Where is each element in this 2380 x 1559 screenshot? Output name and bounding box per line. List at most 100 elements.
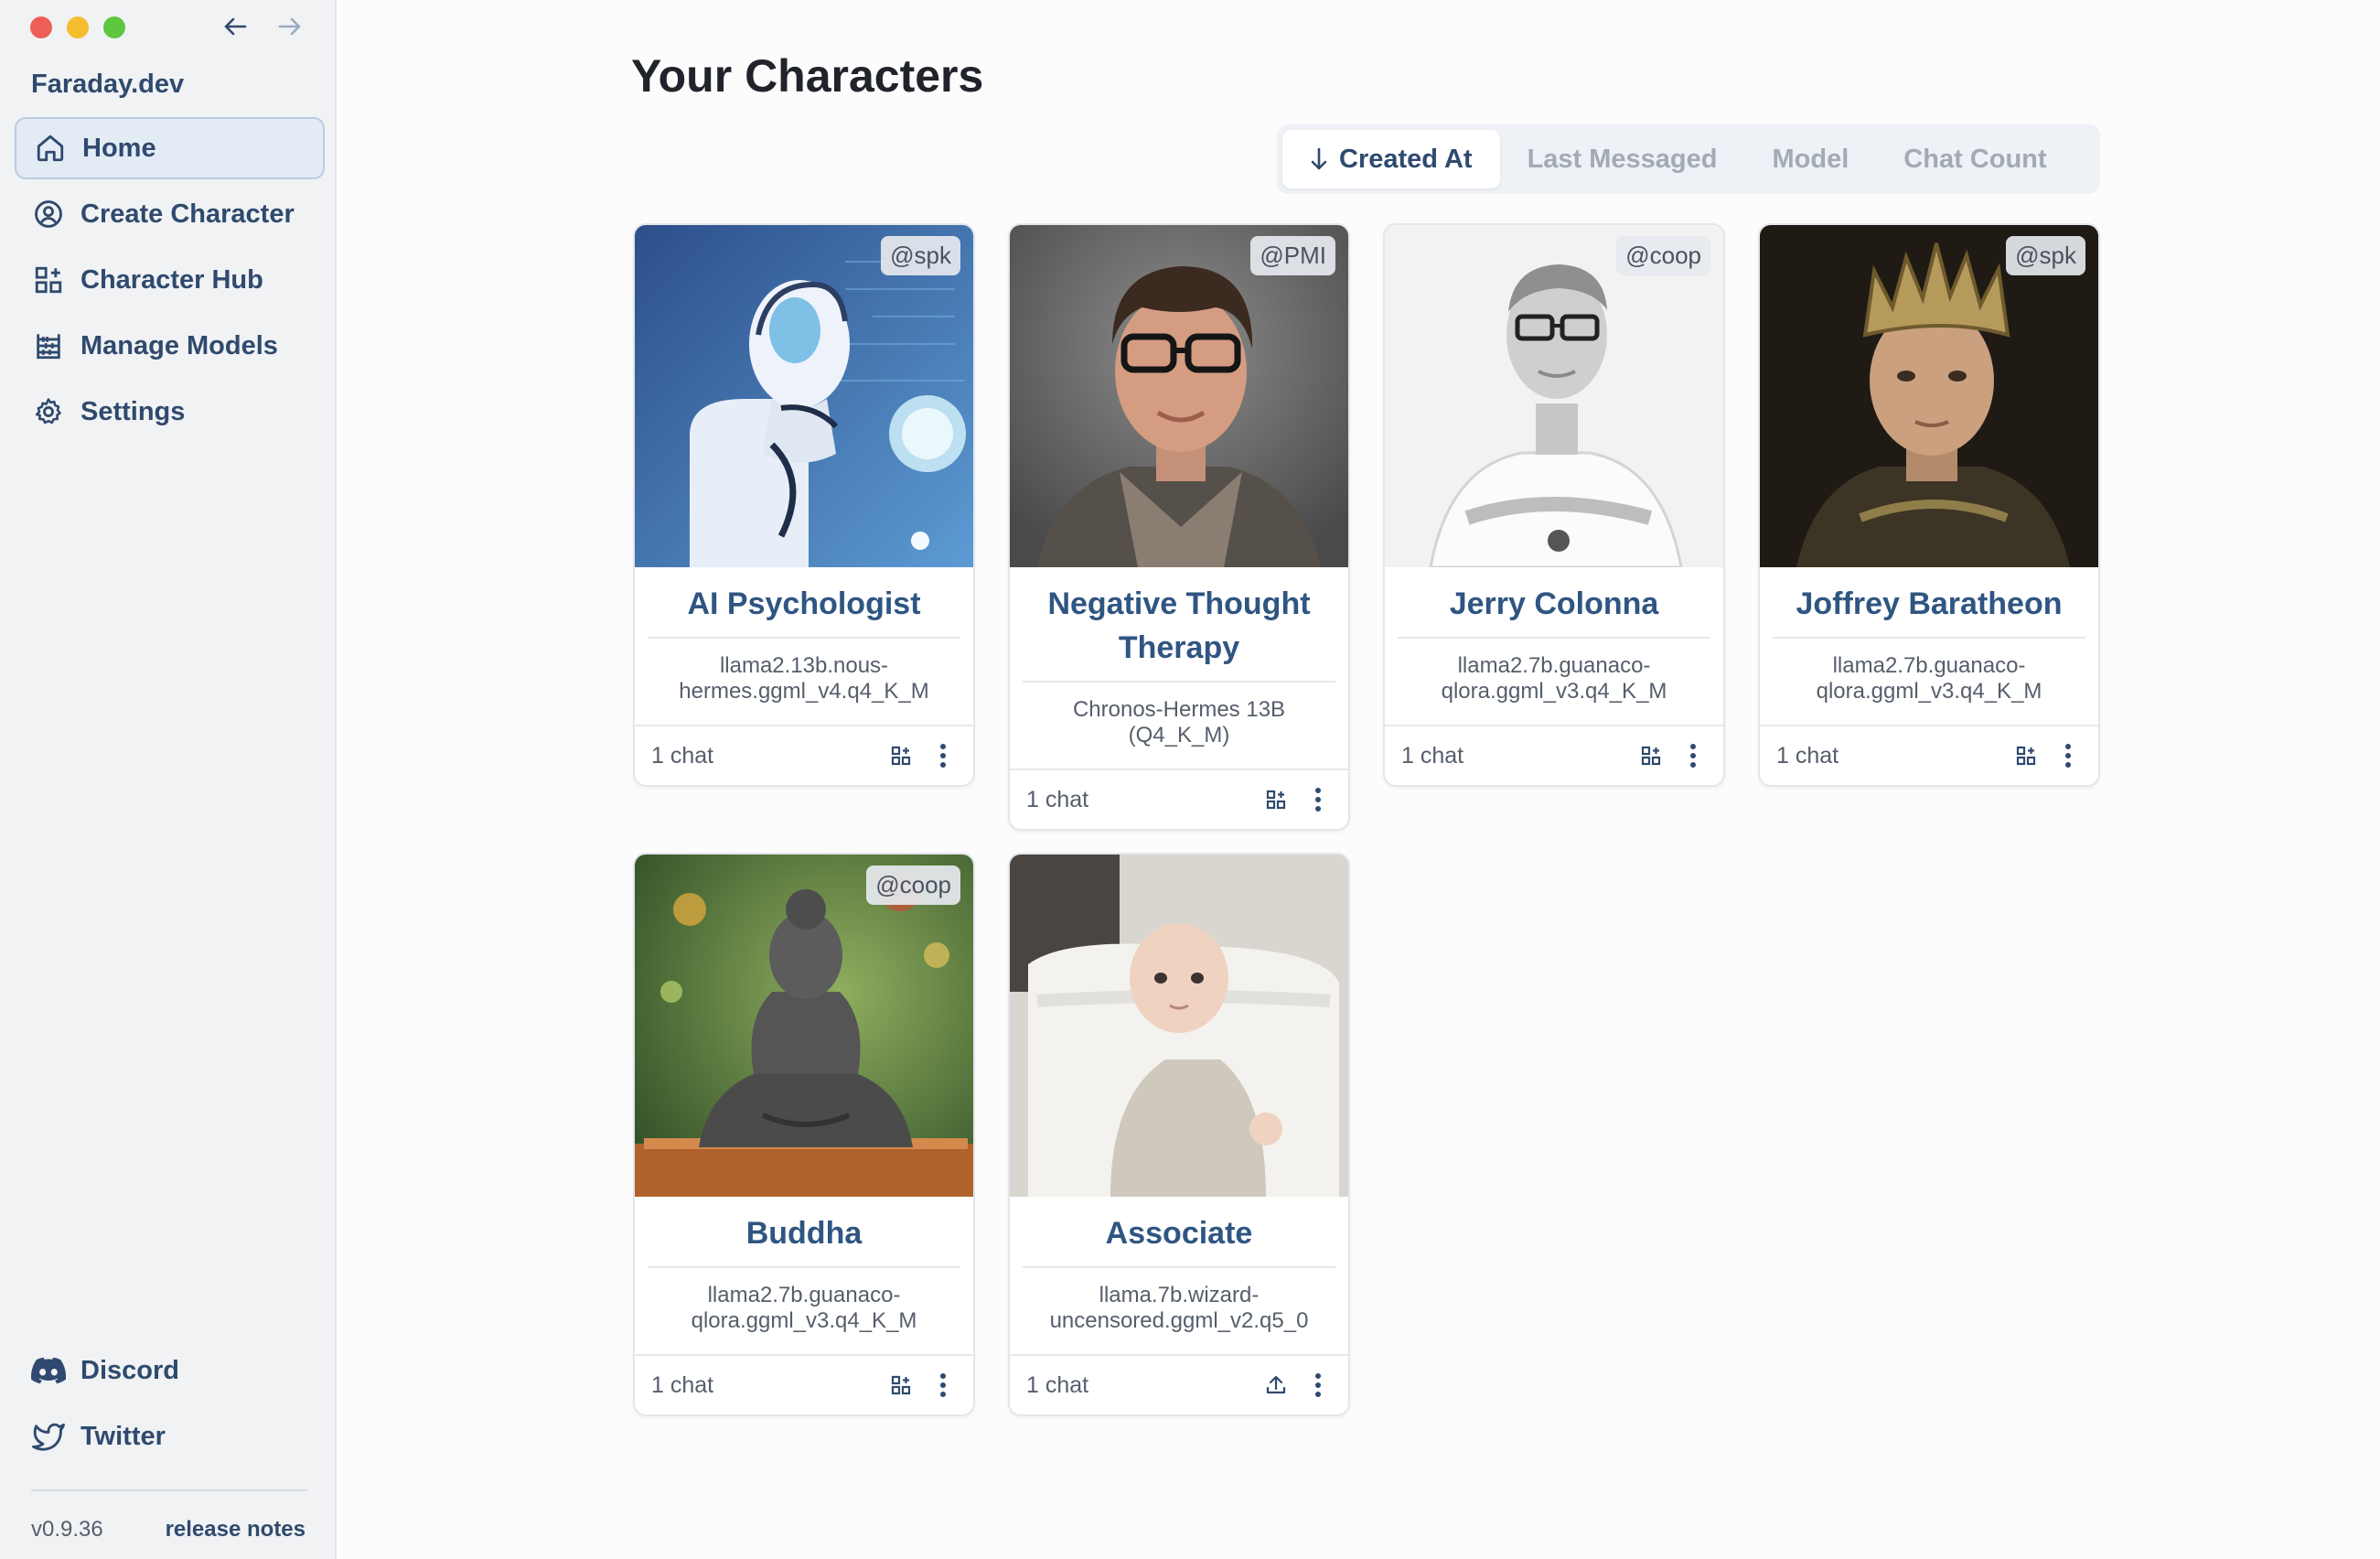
twitter-icon	[31, 1419, 66, 1454]
back-button[interactable]	[221, 13, 249, 40]
card-footer: 1 chat	[635, 1356, 973, 1414]
sort-label: Last Messaged	[1527, 144, 1718, 174]
card-footer: 1 chat	[1010, 770, 1348, 829]
sort-label: Created At	[1339, 144, 1473, 174]
more-options-icon[interactable]	[1304, 786, 1332, 813]
close-window-button[interactable]	[30, 16, 52, 38]
creator-tag: @spk	[2006, 236, 2085, 275]
sidebar-bottom-links: Discord Twitter	[15, 1339, 325, 1471]
grid-plus-icon[interactable]	[1262, 786, 1290, 813]
maximize-window-button[interactable]	[103, 16, 125, 38]
sidebar-item-create-character[interactable]: Create Character	[15, 183, 325, 245]
minimize-window-button[interactable]	[67, 16, 89, 38]
character-avatar: @coop	[635, 855, 973, 1197]
character-name: Buddha	[648, 1197, 960, 1268]
more-options-icon[interactable]	[929, 1371, 957, 1399]
chat-count: 1 chat	[1026, 786, 1089, 812]
forward-button[interactable]	[276, 13, 304, 40]
sidebar-item-character-hub[interactable]: Character Hub	[15, 249, 325, 311]
sidebar-item-label: Character Hub	[80, 264, 263, 295]
character-name: Negative Thought Therapy	[1023, 567, 1335, 683]
more-options-icon[interactable]	[1679, 742, 1707, 769]
character-card[interactable]: @spk AI Psychologist llama2.13b.nous-her…	[633, 223, 975, 787]
character-model: llama2.7b.guanaco-qlora.ggml_v3.q4_K_M	[635, 1268, 973, 1356]
abacus-icon	[31, 328, 66, 363]
sidebar-item-label: Manage Models	[80, 330, 278, 360]
sort-label: Model	[1772, 144, 1849, 174]
gear-icon	[31, 394, 66, 429]
grid-plus-icon[interactable]	[887, 742, 915, 769]
creator-tag: @coop	[1616, 236, 1710, 275]
arrow-left-icon	[224, 17, 247, 36]
character-name: Jerry Colonna	[1398, 567, 1710, 639]
character-card[interactable]: @coop Buddha llama2.7b.guanaco-qlora.ggm…	[633, 853, 975, 1416]
character-model: llama2.7b.guanaco-qlora.ggml_v3.q4_K_M	[1760, 639, 2098, 726]
character-avatar	[1010, 855, 1348, 1197]
more-options-icon[interactable]	[2054, 742, 2082, 769]
sidebar-item-manage-models[interactable]: Manage Models	[15, 315, 325, 377]
more-options-icon[interactable]	[929, 742, 957, 769]
sidebar-divider	[31, 1489, 307, 1491]
character-avatar: @PMI	[1010, 225, 1348, 567]
creator-tag: @coop	[866, 866, 960, 905]
sidebar-item-home[interactable]: Home	[15, 117, 325, 179]
character-model: Chronos-Hermes 13B (Q4_K_M)	[1010, 683, 1348, 770]
character-card[interactable]: Associate llama.7b.wizard-uncensored.ggm…	[1008, 853, 1350, 1416]
character-model: llama2.13b.nous-hermes.ggml_v4.q4_K_M	[635, 639, 973, 726]
sidebar-item-twitter[interactable]: Twitter	[15, 1405, 325, 1468]
sidebar-item-label: Settings	[80, 396, 186, 426]
user-circle-icon	[31, 197, 66, 231]
character-avatar: @spk	[1760, 225, 2098, 567]
character-avatar: @spk	[635, 225, 973, 567]
sidebar-item-label: Discord	[80, 1355, 179, 1385]
release-notes-link[interactable]: release notes	[166, 1517, 306, 1543]
character-model: llama.7b.wizard-uncensored.ggml_v2.q5_0	[1010, 1268, 1348, 1356]
arrow-down-icon	[1310, 147, 1328, 171]
sidebar-item-settings[interactable]: Settings	[15, 381, 325, 443]
chat-count: 1 chat	[651, 742, 714, 769]
character-avatar: @coop	[1385, 225, 1723, 567]
window-controls	[30, 16, 125, 38]
sidebar-nav: Home Create Character Character Hub Mana…	[15, 117, 325, 446]
sort-chat-count[interactable]: Chat Count	[1876, 130, 2074, 188]
arrow-right-icon	[278, 17, 301, 36]
grid-plus-icon[interactable]	[1637, 742, 1665, 769]
character-card[interactable]: @spk Joffrey Baratheon llama2.7b.guanaco…	[1758, 223, 2100, 787]
app-version: v0.9.36	[31, 1517, 103, 1542]
card-footer: 1 chat	[1010, 1356, 1348, 1414]
grid-plus-icon[interactable]	[2012, 742, 2040, 769]
sort-created-at[interactable]: Created At	[1282, 130, 1500, 188]
discord-icon	[31, 1353, 66, 1388]
sort-tabs: Created At Last Messaged Model Chat Coun…	[1277, 124, 2100, 194]
character-name: Joffrey Baratheon	[1773, 567, 2085, 639]
sort-label: Chat Count	[1903, 144, 2047, 174]
home-icon	[33, 131, 68, 166]
sidebar-item-label: Twitter	[80, 1421, 166, 1451]
page-title: Your Characters	[631, 50, 984, 102]
grid-plus-icon	[31, 263, 66, 297]
character-name: Associate	[1023, 1197, 1335, 1268]
more-options-icon[interactable]	[1304, 1371, 1332, 1399]
card-footer: 1 chat	[1760, 726, 2098, 785]
upload-icon[interactable]	[1262, 1371, 1290, 1399]
grid-plus-icon[interactable]	[887, 1371, 915, 1399]
sidebar-item-label: Home	[82, 133, 156, 163]
character-card[interactable]: @coop Jerry Colonna llama2.7b.guanaco-ql…	[1383, 223, 1725, 787]
chat-count: 1 chat	[1776, 742, 1839, 769]
brand-name: Faraday.dev	[31, 70, 185, 99]
card-footer: 1 chat	[635, 726, 973, 785]
character-name: AI Psychologist	[648, 567, 960, 639]
sidebar-item-label: Create Character	[80, 199, 295, 229]
creator-tag: @PMI	[1250, 236, 1335, 275]
chat-count: 1 chat	[1026, 1371, 1089, 1398]
character-card[interactable]: @PMI Negative Thought Therapy Chronos-He…	[1008, 223, 1350, 831]
card-footer: 1 chat	[1385, 726, 1723, 785]
chat-count: 1 chat	[651, 1371, 714, 1398]
chat-count: 1 chat	[1401, 742, 1464, 769]
creator-tag: @spk	[881, 236, 960, 275]
character-model: llama2.7b.guanaco-qlora.ggml_v3.q4_K_M	[1385, 639, 1723, 726]
sidebar-item-discord[interactable]: Discord	[15, 1339, 325, 1402]
sort-model[interactable]: Model	[1745, 130, 1877, 188]
sort-last-messaged[interactable]: Last Messaged	[1500, 130, 1745, 188]
sidebar: Faraday.dev Home Create Character Charac…	[0, 0, 337, 1559]
